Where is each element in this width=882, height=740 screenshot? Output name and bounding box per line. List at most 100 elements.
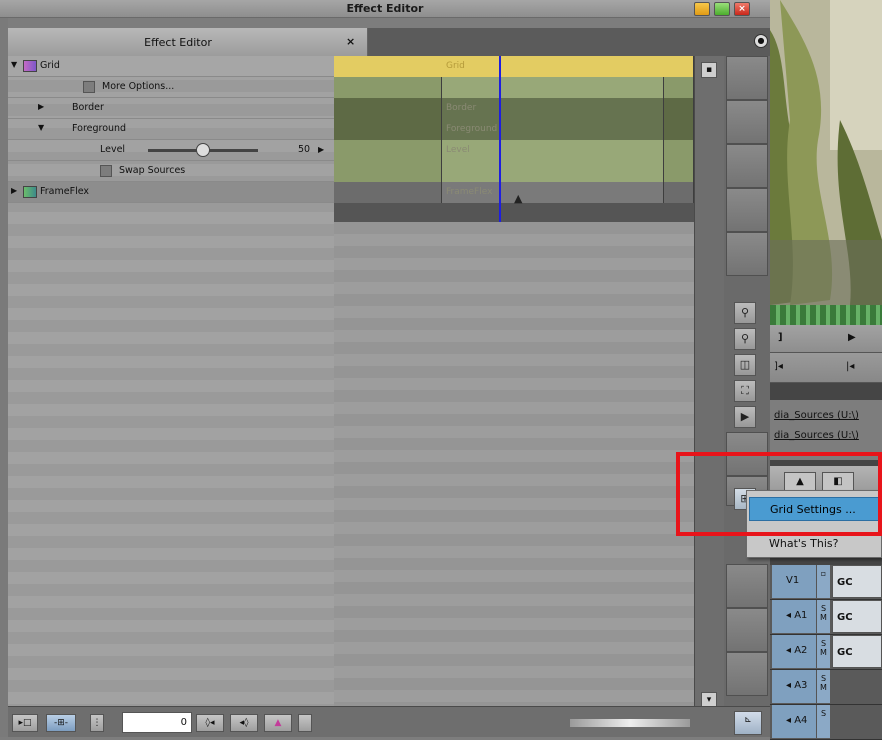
track-patch[interactable]: SM: [816, 635, 830, 668]
track-clip[interactable]: GC: [832, 600, 882, 633]
tool-slot[interactable]: [726, 608, 768, 652]
track-patch[interactable]: SM: [816, 670, 830, 703]
step-icon[interactable]: |◂: [846, 361, 854, 372]
tree-row-frameflex[interactable]: ▶ FrameFlex: [8, 182, 334, 203]
track-label[interactable]: ◂ A3: [772, 670, 816, 703]
tree-row-level: Level 50 ▶: [8, 140, 334, 161]
timeline-segment: [664, 77, 694, 98]
add-keyframe-icon[interactable]: ◊◂: [196, 714, 224, 732]
panel-menu-icon[interactable]: ●: [754, 34, 768, 48]
timeline-empty-area: [334, 222, 694, 706]
small-square-icon[interactable]: [298, 714, 312, 732]
effect-parameters-panel: ▼ Grid More Options... ▶ Border ▼ Foregr…: [8, 56, 334, 706]
timeline-row[interactable]: Border: [334, 98, 694, 119]
tab-close-icon[interactable]: ×: [346, 35, 355, 48]
scroll-up-icon[interactable]: ▪: [701, 62, 717, 78]
timeline-row[interactable]: [334, 77, 694, 98]
timeline-segment: [442, 140, 664, 161]
timeline-row[interactable]: Grid: [334, 56, 694, 77]
reduce-icon[interactable]: ◫: [734, 354, 756, 376]
source-item[interactable]: dia_Sources (U:\): [774, 410, 859, 421]
track-label[interactable]: V1: [772, 565, 816, 598]
tool-slot[interactable]: [726, 56, 768, 100]
timeline-playhead[interactable]: [499, 56, 501, 222]
track-clip[interactable]: GC: [832, 565, 882, 598]
enlarge-icon[interactable]: ▸□: [12, 714, 38, 732]
source-item[interactable]: dia_Sources (U:\): [774, 430, 859, 441]
tab-effect-editor[interactable]: Effect Editor ×: [8, 28, 368, 56]
timeline-segment: [442, 161, 664, 182]
bottom-toolbar: ▸□ -⊞- ⋮ 0 ◊◂ ◂◊ ▲ ⊾: [8, 706, 770, 737]
timeline-segment: [334, 77, 442, 98]
level-value[interactable]: 50: [298, 144, 310, 155]
tool-slot[interactable]: [726, 564, 768, 608]
expand-down-icon[interactable]: ▼: [11, 60, 17, 69]
tree-label: Border: [72, 102, 104, 113]
timeline-row[interactable]: Foreground: [334, 119, 694, 140]
timeline-segment: [334, 182, 442, 203]
zoom-in-icon[interactable]: ⚲: [734, 302, 756, 324]
tree-row-foreground[interactable]: ▼ Foreground: [8, 119, 334, 140]
play-icon[interactable]: ▶: [848, 332, 856, 343]
level-slider-thumb[interactable]: [196, 143, 210, 157]
expand-right-icon[interactable]: ▶: [11, 186, 17, 195]
show-track-icon[interactable]: -⊞-: [46, 714, 76, 732]
timeline-row-label: Foreground: [446, 124, 498, 134]
more-options-checkbox[interactable]: [83, 81, 95, 93]
tree-row-swap-sources[interactable]: Swap Sources: [8, 161, 334, 182]
effect-tool-palette: ⚲ ⚲ ◫ ⛶ ▶ ⊞: [724, 56, 770, 706]
track-row: ◂ A1 SM GC: [770, 600, 882, 635]
timeline-segment: [334, 140, 442, 161]
tree-row-border[interactable]: ▶ Border: [8, 98, 334, 119]
keyframe-arrow-icon[interactable]: ▶: [318, 145, 324, 154]
tool-slot[interactable]: [726, 188, 768, 232]
keyframe-triangle-icon[interactable]: ▲: [264, 714, 292, 732]
tree-row-grid[interactable]: ▼ Grid: [8, 56, 334, 77]
position-field[interactable]: 0: [122, 712, 192, 733]
tool-slot[interactable]: [726, 232, 768, 276]
graph-icon[interactable]: ⊾: [734, 711, 762, 735]
vertical-scrollbar[interactable]: ▪ ▾: [694, 56, 724, 708]
tree-row-more-options[interactable]: More Options...: [8, 77, 334, 98]
tool-slot[interactable]: [726, 144, 768, 188]
menu-item-whats-this[interactable]: What's This?: [769, 537, 838, 550]
keyframe-timeline[interactable]: Grid Border Foreground Level FrameFlex ▲: [334, 56, 694, 222]
track-clip[interactable]: GC: [832, 635, 882, 668]
timeline-row[interactable]: FrameFlex ▲: [334, 182, 694, 205]
keyframe-next-icon[interactable]: ◂◊: [230, 714, 258, 732]
track-label[interactable]: ◂ A4: [772, 705, 816, 738]
go-to-out-icon[interactable]: ]◂: [774, 361, 783, 372]
window-title-bar[interactable]: Effect Editor ×: [0, 0, 770, 18]
timeline-segment: [664, 98, 694, 119]
track-row: V1 ▫ GC: [770, 565, 882, 600]
fit-to-window-icon[interactable]: ⛶: [734, 380, 756, 402]
close-window-button[interactable]: ×: [734, 2, 750, 16]
track-patch[interactable]: S: [816, 705, 830, 738]
track-patch[interactable]: ▫: [816, 565, 830, 598]
expand-right-icon[interactable]: ▶: [38, 102, 44, 111]
tool-slot[interactable]: [726, 652, 768, 696]
zoom-slider[interactable]: [570, 719, 690, 727]
mark-out-icon[interactable]: ]: [778, 332, 783, 343]
window-title: Effect Editor: [346, 2, 424, 15]
timeline-row[interactable]: Level: [334, 140, 694, 161]
monitor-controls: ] ▶: [770, 325, 882, 353]
keyframe-bar[interactable]: [334, 56, 694, 77]
track-patch[interactable]: SM: [816, 600, 830, 633]
track-label[interactable]: ◂ A2: [772, 635, 816, 668]
expand-down-icon[interactable]: ▼: [38, 123, 44, 132]
menu-dots-icon[interactable]: ⋮: [90, 714, 104, 732]
position-triangle-icon[interactable]: ▲: [514, 192, 522, 205]
track-label[interactable]: ◂ A1: [772, 600, 816, 633]
timeline-segment: [664, 161, 694, 182]
zoom-out-icon[interactable]: ⚲: [734, 328, 756, 350]
maximize-button[interactable]: [714, 2, 730, 16]
minimize-button[interactable]: [694, 2, 710, 16]
timeline-row[interactable]: [334, 161, 694, 182]
tool-slot[interactable]: [726, 100, 768, 144]
play-preview-icon[interactable]: ▶: [734, 406, 756, 428]
tab-label: Effect Editor: [144, 36, 212, 49]
timeline-row-label: Border: [446, 103, 477, 113]
timeline-row-label: Level: [446, 145, 470, 155]
swap-sources-checkbox[interactable]: [100, 165, 112, 177]
